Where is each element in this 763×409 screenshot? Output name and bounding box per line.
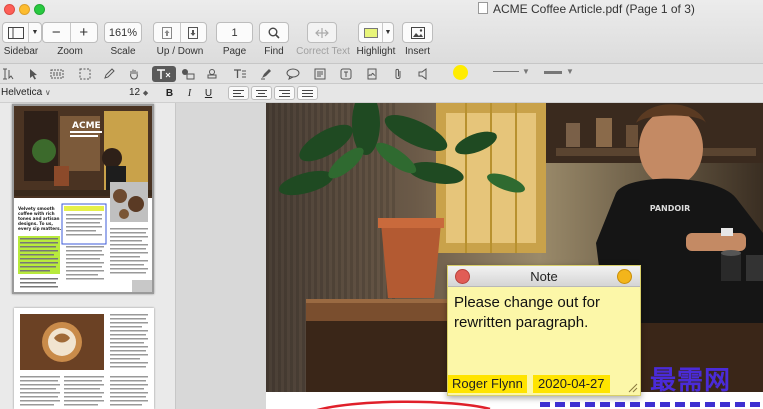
shirt-text: PANDOIR — [650, 204, 691, 213]
sidebar-icon — [3, 23, 29, 42]
scale-field[interactable]: 161% — [104, 22, 142, 43]
text-selection-tool-icon[interactable] — [0, 66, 18, 82]
text-box-icon[interactable] — [231, 66, 249, 82]
minimize-window-button[interactable] — [19, 4, 30, 15]
page-up-down-control[interactable] — [153, 22, 207, 43]
line-width-picker[interactable] — [544, 71, 562, 74]
signature-icon[interactable] — [363, 66, 381, 82]
correct-text-icon — [315, 27, 329, 38]
highlight-button[interactable]: ▼ — [358, 22, 394, 43]
page-thumbnail-2-preview — [14, 308, 154, 409]
find-label: Find — [264, 46, 284, 57]
font-size-select[interactable]: 12 ◆ — [129, 87, 148, 98]
audio-icon[interactable] — [414, 66, 432, 82]
note-author: Roger Flynn — [448, 375, 527, 393]
note-title: Note — [530, 269, 558, 284]
zoom-window-button[interactable] — [34, 4, 45, 15]
find-button[interactable] — [259, 22, 289, 43]
blue-dashed-annotation[interactable] — [540, 402, 763, 407]
insert-image-icon — [410, 26, 425, 39]
underline-button[interactable]: U — [200, 86, 217, 101]
page-label: Page — [222, 46, 247, 57]
italic-button[interactable]: I — [181, 86, 198, 101]
text-field-icon[interactable] — [337, 66, 355, 82]
justify-button[interactable] — [297, 86, 318, 100]
close-window-button[interactable] — [4, 4, 15, 15]
font-toolbar: Helvetica ∨ 12 ◆ B I U — [0, 84, 763, 103]
watermark-text: 最需网 — [650, 366, 732, 396]
annotation-color-picker[interactable] — [453, 65, 468, 80]
hand-tool-icon[interactable] — [125, 66, 143, 82]
bold-button[interactable]: B — [161, 86, 178, 101]
speech-bubble-icon[interactable] — [284, 66, 302, 82]
red-freehand-annotation[interactable] — [312, 397, 492, 409]
note-date: 2020-04-27 — [533, 375, 610, 393]
chevron-down-icon[interactable]: ▼ — [522, 67, 530, 76]
chevron-down-icon: ▼ — [384, 29, 392, 36]
note-header[interactable]: Note — [448, 266, 640, 287]
insert-label: Insert — [404, 46, 430, 57]
align-left-button[interactable] — [228, 86, 249, 100]
zoom-out-button[interactable]: − — [43, 23, 71, 42]
thumb-headline-5: every sip matters. — [18, 226, 62, 231]
correct-text-button[interactable] — [307, 22, 337, 43]
note-color-button[interactable] — [617, 269, 632, 284]
preview-window: ACME Coffee Article.pdf (Page 1 of 3) ▼ … — [0, 0, 763, 409]
correct-text-label: Correct Text — [296, 46, 350, 57]
up-down-label: Up / Down — [156, 46, 204, 57]
page-up-button[interactable] — [154, 23, 181, 42]
pencil-icon[interactable] — [100, 66, 118, 82]
scale-label: Scale — [110, 46, 136, 57]
highlighter-pen-icon[interactable] — [257, 66, 275, 82]
annotation-toolbar — [0, 64, 763, 84]
shapes-tool-icon[interactable] — [179, 66, 197, 82]
align-center-button[interactable] — [251, 86, 272, 100]
page-down-button[interactable] — [181, 23, 207, 42]
highlight-label: Highlight — [356, 46, 396, 57]
page-number-field[interactable]: 1 — [216, 22, 253, 43]
line-style-picker[interactable] — [493, 71, 519, 72]
page-thumbnail-1-preview: ACME Velvety smooth coffee with rich ton… — [14, 106, 152, 292]
zoom-control[interactable]: − + — [42, 22, 98, 43]
font-family-select[interactable]: Helvetica ∨ — [1, 87, 51, 98]
text-box-select-icon[interactable] — [48, 66, 66, 82]
sidebar-label: Sidebar — [3, 46, 39, 57]
chevron-down-icon[interactable]: ▼ — [566, 67, 574, 76]
pointer-tool-icon[interactable] — [24, 66, 42, 82]
text-annotation-tool-icon[interactable] — [152, 66, 176, 82]
note-text[interactable]: Please change out for rewritten paragrap… — [454, 293, 634, 333]
align-right-button[interactable] — [274, 86, 295, 100]
zoom-label: Zoom — [57, 46, 83, 57]
page-thumbnail-2[interactable] — [14, 308, 154, 409]
rectangle-select-icon[interactable] — [76, 66, 94, 82]
window-title: ACME Coffee Article.pdf (Page 1 of 3) — [493, 2, 695, 16]
page-thumbnail-1[interactable]: ACME Velvety smooth coffee with rich ton… — [12, 104, 154, 294]
chevron-down-icon: ▼ — [31, 29, 39, 36]
highlight-color-swatch — [359, 23, 383, 42]
thumb-brand: ACME — [72, 121, 101, 131]
stamp-tool-icon[interactable] — [203, 66, 221, 82]
resize-grip-icon[interactable] — [626, 381, 638, 393]
note-popup[interactable]: Note Please change out for rewritten par… — [447, 265, 641, 396]
window-toolbar: ACME Coffee Article.pdf (Page 1 of 3) ▼ … — [0, 0, 763, 64]
sidebar-gutter — [175, 103, 266, 409]
sidebar-button[interactable]: ▼ — [2, 22, 42, 43]
insert-button[interactable] — [402, 22, 433, 43]
arrow-up-icon — [161, 26, 172, 39]
attachment-icon[interactable] — [389, 66, 407, 82]
zoom-in-button[interactable]: + — [71, 23, 98, 42]
note-icon[interactable] — [311, 66, 329, 82]
arrow-down-icon — [188, 26, 199, 39]
search-icon — [268, 27, 280, 39]
